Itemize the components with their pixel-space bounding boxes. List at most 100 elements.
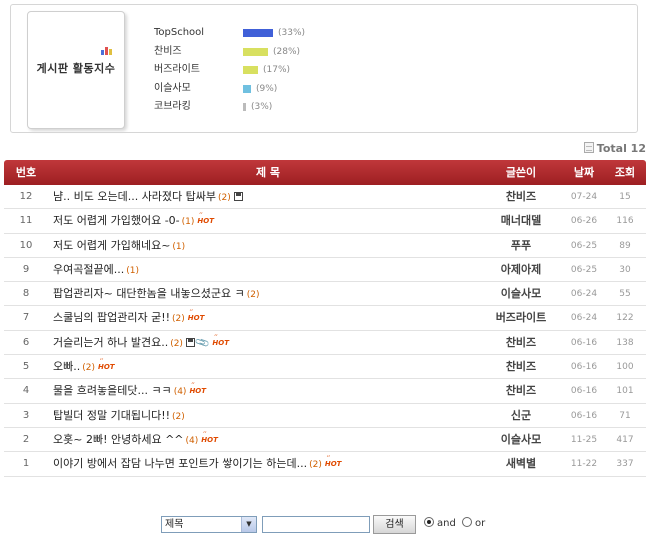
post-title-link[interactable]: 이야기 방에서 잡담 나누면 포인트가 쌓이기는 하는데... [53, 457, 307, 470]
comment-count[interactable]: (2) [247, 290, 260, 300]
post-title-link[interactable]: 물을 흐려놓을테닷... ㅋㅋ [53, 384, 172, 397]
rank-row: 찬비즈 (28%) [154, 45, 354, 59]
table-row[interactable]: 2오홋~ 2빠! 안녕하세요 ^^(4)HOT이슬사모11-25417 [4, 428, 646, 453]
hot-badge: HOT [189, 382, 206, 395]
post-author[interactable]: 찬비즈 [482, 355, 560, 379]
table-row[interactable]: 11저도 어렵게 가입했어요 -0-(1)HOT매너대델06-26116 [4, 209, 646, 234]
post-date: 06-24 [570, 313, 598, 324]
table-row[interactable]: 6 거슬리는거 하나 발견요..(2) 📎HOT 찬비즈 06-16 138 [4, 331, 646, 356]
hot-badge: HOT [201, 431, 218, 444]
post-number: 5 [22, 361, 30, 373]
post-author[interactable]: 이슬사모 [482, 282, 560, 306]
post-author[interactable]: 푸푸 [482, 234, 560, 258]
comment-count[interactable]: (2) [218, 193, 231, 203]
post-title-cell: 팝업관리자~ 대단한놈을 내놓으셨군요 ㅋ (2) [53, 282, 483, 307]
search-button[interactable]: 검색 [373, 515, 416, 534]
search-field-select[interactable]: 제목 ▼ [161, 516, 257, 533]
search-field-value: 제목 [165, 519, 184, 530]
table-row[interactable]: 10 저도 어렵게 가입해네요~ (1) 푸푸 06-25 89 [4, 234, 646, 258]
post-title-link[interactable]: 냠.. 비도 오는데... 사라졌다 탑싸부 [53, 190, 216, 203]
radio-and-dot[interactable] [424, 517, 434, 527]
post-views: 417 [616, 434, 634, 445]
table-row[interactable]: 3 탑빌더 정말 기대됩니다!! (2) 신군 06-16 71 [4, 403, 646, 428]
post-author[interactable]: 매너대델 [482, 209, 560, 233]
post-number: 12 [19, 191, 33, 202]
post-number: 6 [22, 336, 30, 348]
rank-bar [243, 103, 246, 111]
post-date: 06-16 [570, 362, 598, 373]
table-row[interactable]: 8 팝업관리자~ 대단한놈을 내놓으셨군요 ㅋ (2) 이슬사모 06-24 55 [4, 282, 646, 307]
post-views: 71 [619, 410, 631, 421]
comment-count[interactable]: (2) [82, 363, 95, 373]
post-title-link[interactable]: 오홋~ 2빠! 안녕하세요 ^^ [53, 433, 184, 446]
radio-and[interactable]: and [424, 517, 456, 531]
table-row[interactable]: 4물을 흐려놓을테닷... ㅋㅋ(4)HOT찬비즈06-16101 [4, 379, 646, 404]
comment-count[interactable]: (1) [182, 217, 195, 227]
post-author[interactable]: 아제아제 [482, 258, 560, 282]
search-input[interactable] [262, 516, 370, 533]
rank-bar [243, 47, 268, 56]
radio-and-label: and [437, 518, 456, 529]
post-title-cell: 저도 어렵게 가입해네요~ (1) [53, 234, 483, 259]
table-row[interactable]: 12 냠.. 비도 오는데... 사라졌다 탑싸부 (2) 찬비즈 07-24 15 [4, 185, 646, 210]
post-title-cell: 오빠..(2)HOT [53, 355, 483, 380]
hot-badge: HOT [98, 358, 115, 371]
post-title-link[interactable]: 스쿨님의 팝업관리자 굳!! [53, 311, 170, 324]
post-date: 06-25 [570, 240, 598, 251]
rank-percent: (33%) [278, 28, 306, 38]
post-author[interactable]: 새벽별 [482, 452, 560, 476]
table-row[interactable]: 9 우여곡절끝에... (1) 아제아제 06-25 30 [4, 257, 646, 283]
post-date: 06-26 [570, 216, 598, 227]
post-author[interactable]: 찬비즈 [482, 379, 560, 403]
table-row[interactable]: 7스쿨님의 팝업관리자 굳!!(2)HOT버즈라이트06-24122 [4, 306, 646, 331]
post-title-link[interactable]: 팝업관리자~ 대단한놈을 내놓으셨군요 ㅋ [53, 287, 245, 300]
post-author[interactable]: 신군 [482, 404, 560, 428]
comment-count[interactable]: (2) [172, 314, 185, 324]
post-title-link[interactable]: 저도 어렵게 가입해네요~ [53, 239, 170, 252]
comment-count[interactable]: (2) [170, 339, 183, 349]
post-title-cell: 거슬리는거 하나 발견요..(2) 📎HOT [53, 331, 483, 356]
post-title-link[interactable]: 저도 어렵게 가입했어요 -0- [53, 214, 180, 227]
chevron-down-icon[interactable]: ▼ [241, 517, 256, 532]
post-views: 30 [619, 264, 631, 275]
header-date: 날짜 [573, 166, 595, 179]
comment-count[interactable]: (1) [126, 266, 139, 276]
post-date: 11-22 [570, 459, 598, 470]
table-body: 12 냠.. 비도 오는데... 사라졌다 탑싸부 (2) 찬비즈 07-24 15 11 저… [4, 185, 646, 477]
rank-bar [243, 29, 273, 37]
table-row[interactable]: 5오빠..(2)HOT찬비즈06-16100 [4, 355, 646, 380]
rank-bar [243, 84, 251, 93]
rank-name: 버즈라이트 [154, 64, 200, 75]
post-views: 116 [616, 216, 634, 227]
post-title-link[interactable]: 오빠.. [53, 360, 80, 373]
post-views: 89 [619, 240, 631, 251]
comment-count[interactable]: (2) [309, 460, 322, 470]
rank-percent: (28%) [273, 46, 301, 57]
header-views: 조회 [614, 166, 636, 179]
post-views: 100 [616, 362, 634, 373]
rank-name: TopSchool [154, 27, 205, 38]
table-row[interactable]: 1이야기 방에서 잡담 나누면 포인트가 쌓이기는 하는데...(2)HOT새벽… [4, 452, 646, 477]
comment-count[interactable]: (4) [186, 436, 199, 446]
radio-or[interactable]: or [462, 517, 485, 531]
post-views: 15 [619, 192, 631, 202]
rank-percent: (9%) [256, 83, 278, 94]
comment-count[interactable]: (2) [172, 412, 185, 422]
hot-badge: HOT [325, 455, 342, 468]
post-date: 06-25 [570, 264, 598, 275]
post-author[interactable]: 찬비즈 [482, 331, 560, 355]
comment-count[interactable]: (4) [174, 387, 187, 397]
post-author[interactable]: 이슬사모 [482, 428, 560, 452]
post-title-link[interactable]: 거슬리는거 하나 발견요.. [53, 336, 168, 349]
comment-count[interactable]: (1) [172, 242, 185, 252]
post-title-link[interactable]: 우여곡절끝에... [53, 263, 124, 276]
radio-or-dot[interactable] [462, 517, 472, 527]
post-title-link[interactable]: 탑빌더 정말 기대됩니다!! [53, 409, 170, 422]
post-author[interactable]: 찬비즈 [482, 185, 560, 209]
activity-card: 게시판 활동지수 [27, 11, 125, 129]
post-number: 3 [22, 409, 30, 421]
save-icon [233, 192, 243, 201]
post-author[interactable]: 버즈라이트 [482, 306, 560, 330]
rank-percent: (17%) [263, 65, 291, 75]
radio-or-label: or [475, 518, 486, 529]
